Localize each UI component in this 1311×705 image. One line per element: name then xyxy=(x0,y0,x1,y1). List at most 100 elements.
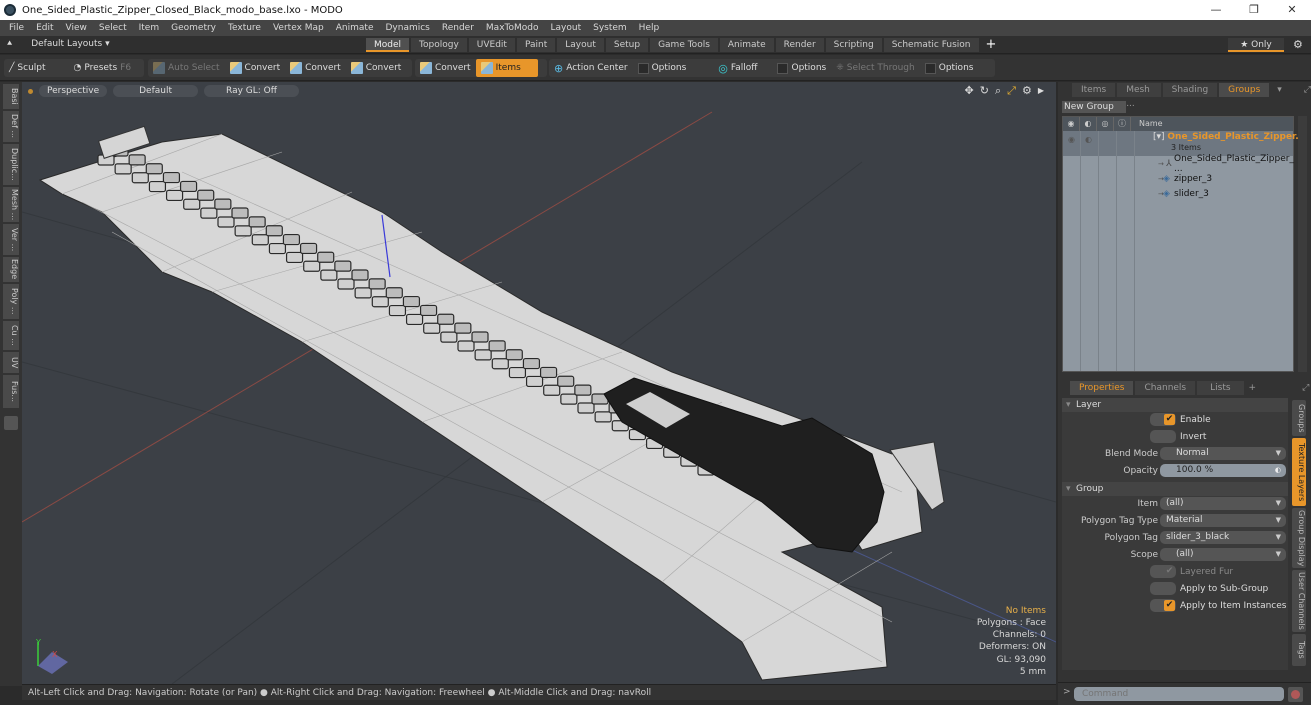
add-tab-icon[interactable]: + xyxy=(1249,383,1257,393)
tab-channels[interactable]: Channels xyxy=(1135,381,1196,395)
tab-fusion[interactable]: Fus... xyxy=(3,375,19,409)
apply-sub-group-checkbox[interactable] xyxy=(1150,582,1176,595)
name-column-header[interactable]: Name xyxy=(1131,117,1293,131)
menu-layout[interactable]: Layout xyxy=(545,23,588,33)
viewport-expand-icon[interactable]: ▶ xyxy=(1038,84,1044,98)
tab-uvedit[interactable]: UVEdit xyxy=(468,38,515,52)
menu-view[interactable]: View xyxy=(60,23,93,33)
rotate-icon[interactable]: ↻ xyxy=(980,84,989,98)
side-tab-group-display[interactable]: Group Display xyxy=(1292,508,1306,568)
side-tab-texture-layers[interactable]: Texture Layers xyxy=(1292,438,1306,506)
add-tab-button[interactable]: + xyxy=(981,38,1002,52)
presets-button[interactable]: ◔ Presets F6 xyxy=(69,59,137,77)
side-tab-groups[interactable]: Groups xyxy=(1292,400,1306,436)
only-favorites-button[interactable]: ★ Only xyxy=(1228,38,1284,52)
menu-maxtomodo[interactable]: MaxToModo xyxy=(480,23,545,33)
falloff-button[interactable]: ◎ Falloff xyxy=(713,59,762,77)
view-mode-button[interactable]: Perspective xyxy=(39,85,108,97)
slider-handle-icon[interactable]: ◐ xyxy=(1275,464,1281,477)
polygon-tag-type-select[interactable]: Material ▼ xyxy=(1160,514,1286,527)
convert-materials-button[interactable]: Convert xyxy=(415,59,476,77)
group-row[interactable]: ◉ ◐ [▾] One_Sided_Plastic_Zipper... 3 It… xyxy=(1063,131,1305,156)
tab-polygon[interactable]: Poly ... xyxy=(3,284,19,320)
group-section-header[interactable]: Group xyxy=(1062,482,1288,496)
3d-viewport[interactable]: Y X Perspective Default Ray GL: Off ✥ ↻ … xyxy=(22,82,1056,684)
menu-vertex-map[interactable]: Vertex Map xyxy=(267,23,330,33)
tab-model[interactable]: Model xyxy=(366,38,410,52)
menu-help[interactable]: Help xyxy=(633,23,666,33)
tab-mesh-edit[interactable]: Mesh ... xyxy=(3,187,19,223)
menu-dynamics[interactable]: Dynamics xyxy=(379,23,435,33)
falloff-options[interactable]: Options xyxy=(772,59,831,77)
group-child-row[interactable]: → ◈ slider_3 xyxy=(1063,186,1293,201)
opacity-input[interactable]: 100.0 % ◐ xyxy=(1160,464,1286,477)
tab-setup[interactable]: Setup xyxy=(605,38,649,52)
groups-list-scrollbar[interactable] xyxy=(1298,116,1307,372)
sculpt-button[interactable]: ╱ Sculpt xyxy=(4,59,51,77)
layered-fur-checkbox[interactable]: ✔ xyxy=(1150,565,1176,578)
tab-curve[interactable]: Cu ... xyxy=(3,321,19,351)
convert-vertices-button[interactable]: Convert xyxy=(225,59,286,77)
polygon-tag-select[interactable]: slider_3_black ▼ xyxy=(1160,531,1286,544)
tab-layout[interactable]: Layout xyxy=(557,38,604,52)
action-center-button[interactable]: ⊕ Action Center xyxy=(549,59,633,77)
group-child-row[interactable]: → ⅄ One_Sided_Plastic_Zipper_ ... xyxy=(1063,154,1294,174)
collapse-arrow-icon[interactable]: ⯅ xyxy=(6,39,13,49)
lock-column-icon[interactable]: ◎ xyxy=(1097,117,1114,131)
new-group-button[interactable]: New Group xyxy=(1062,101,1126,113)
tab-game-tools[interactable]: Game Tools xyxy=(650,38,718,52)
toolbox-toggle[interactable] xyxy=(4,416,18,430)
tabs-dropdown-icon[interactable]: ▾ xyxy=(1277,85,1282,95)
select-column-icon[interactable]: ⓘ xyxy=(1114,117,1131,131)
tab-deform[interactable]: Def ... xyxy=(3,111,19,143)
fit-icon[interactable]: ⤢ xyxy=(1007,84,1016,98)
tab-edge[interactable]: Edge xyxy=(3,257,19,283)
maximize-button[interactable]: ❐ xyxy=(1235,0,1273,20)
tab-properties[interactable]: Properties xyxy=(1070,381,1134,395)
convert-polygons-button[interactable]: Convert xyxy=(346,59,407,77)
auto-select-button[interactable]: Auto Select xyxy=(148,59,225,77)
panel-maximize-icon[interactable]: ⤢ xyxy=(1302,383,1309,393)
zoom-icon[interactable]: ⌕ xyxy=(995,84,1001,98)
record-macro-button[interactable] xyxy=(1288,687,1303,702)
default-layouts-dropdown[interactable]: Default Layouts ▾ xyxy=(31,39,109,49)
tab-animate[interactable]: Animate xyxy=(719,38,774,52)
render-toggle-icon[interactable]: ◐ xyxy=(1085,135,1092,144)
menu-file[interactable]: File xyxy=(3,23,30,33)
tab-scripting[interactable]: Scripting xyxy=(825,38,882,52)
tab-shading[interactable]: Shading xyxy=(1162,83,1218,97)
tab-paint[interactable]: Paint xyxy=(516,38,556,52)
viewport-settings-icon[interactable]: ⚙ xyxy=(1022,84,1032,98)
action-center-options[interactable]: Options xyxy=(633,59,692,77)
menu-texture[interactable]: Texture xyxy=(222,23,267,33)
visibility-column-icon[interactable]: ◉ xyxy=(1063,117,1080,131)
menu-select[interactable]: Select xyxy=(93,23,133,33)
viewport-menu-dot[interactable] xyxy=(28,88,33,94)
tab-topology[interactable]: Topology xyxy=(411,38,467,52)
tab-items[interactable]: Items xyxy=(1072,83,1116,97)
scope-select[interactable]: (all) ▼ xyxy=(1160,548,1286,561)
menu-system[interactable]: System xyxy=(587,23,633,33)
menu-item[interactable]: Item xyxy=(133,23,166,33)
layer-section-header[interactable]: Layer xyxy=(1062,398,1288,412)
tab-duplicate[interactable]: Duplic... xyxy=(3,144,19,186)
items-mode-button[interactable]: Items xyxy=(475,59,538,77)
invert-checkbox[interactable] xyxy=(1150,430,1176,443)
item-select[interactable]: (all) ▼ xyxy=(1160,497,1286,510)
close-button[interactable]: ✕ xyxy=(1273,0,1311,20)
convert-edges-button[interactable]: Convert xyxy=(285,59,346,77)
panel-maximize-icon[interactable]: ⤢ xyxy=(1304,85,1311,95)
tab-vertex[interactable]: Ver ... xyxy=(3,224,19,256)
menu-render[interactable]: Render xyxy=(436,23,480,33)
visibility-toggle-icon[interactable]: ◉ xyxy=(1068,135,1075,144)
render-column-icon[interactable]: ◐ xyxy=(1080,117,1097,131)
side-tab-user-channels[interactable]: User Channels xyxy=(1292,570,1306,632)
shading-mode-button[interactable]: Default xyxy=(113,85,199,97)
tab-mesh-ops[interactable]: Mesh ... xyxy=(1117,83,1161,109)
minimize-button[interactable]: — xyxy=(1197,0,1235,20)
command-input[interactable] xyxy=(1074,687,1284,701)
raygl-button[interactable]: Ray GL: Off xyxy=(204,85,299,97)
tab-render[interactable]: Render xyxy=(775,38,824,52)
menu-animate[interactable]: Animate xyxy=(330,23,380,33)
blend-mode-select[interactable]: Normal ▼ xyxy=(1160,447,1286,460)
